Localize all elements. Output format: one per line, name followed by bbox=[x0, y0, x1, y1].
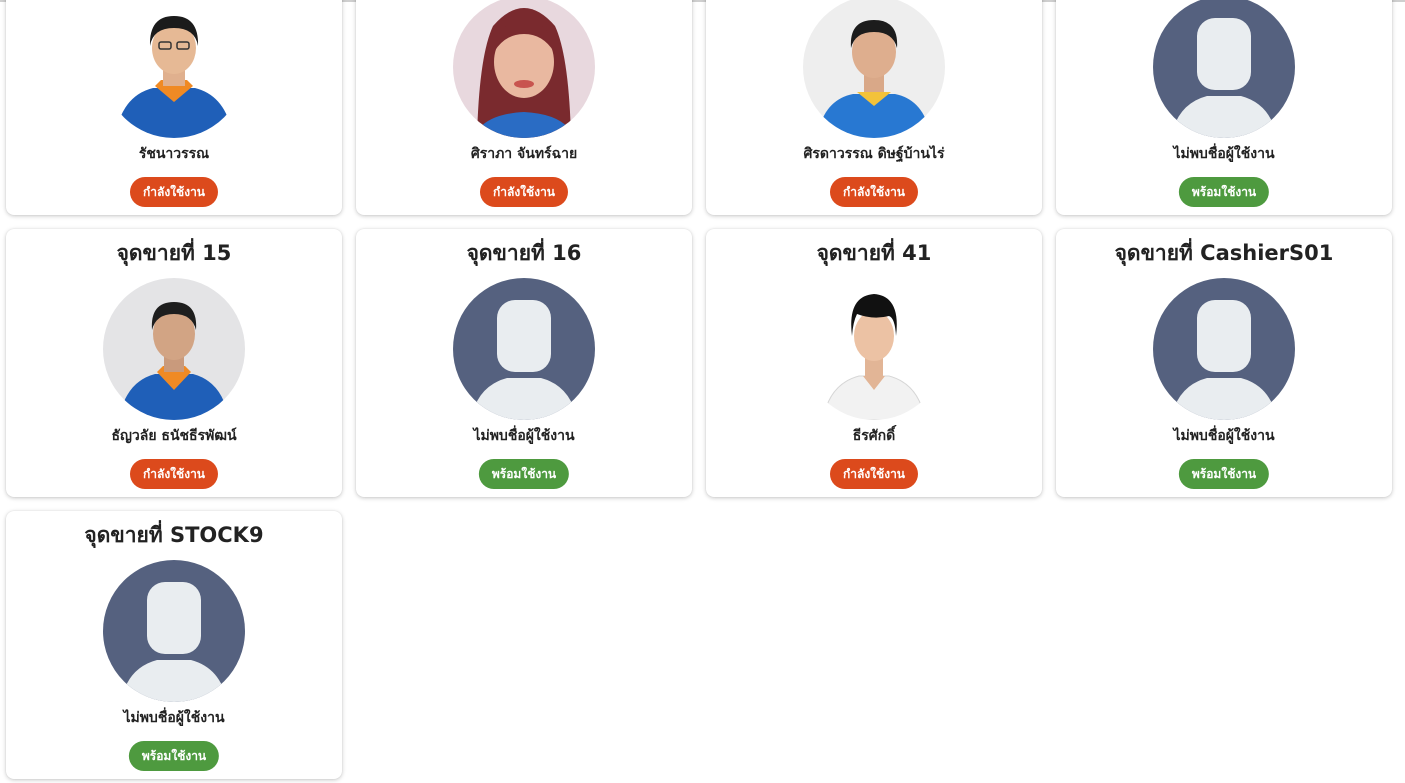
user-name: ศิราภา จันทร์ฉาย bbox=[470, 146, 578, 162]
status-badge: กำลังใช้งาน bbox=[129, 459, 219, 489]
employee-photo-icon bbox=[103, 0, 245, 138]
default-user-icon bbox=[1153, 278, 1295, 420]
status-badge: พร้อมใช้งาน bbox=[128, 741, 220, 771]
pos-card[interactable]: จุดขายที่ 15 ธัญวลัย ธนัชธีรพัฒน์ กำลังใ… bbox=[6, 229, 342, 497]
user-name: ธัญวลัย ธนัชธีรพัฒน์ bbox=[111, 428, 237, 444]
pos-card[interactable]: รัชนาวรรณ กำลังใช้งาน bbox=[6, 0, 342, 215]
status-badge: กำลังใช้งาน bbox=[829, 459, 919, 489]
pos-title: จุดขายที่ CashierS01 bbox=[1114, 241, 1334, 265]
pos-card[interactable]: จุดขายที่ STOCK9 ไม่พบชื่อผู้ใช้งาน พร้อ… bbox=[6, 511, 342, 779]
user-name: ศิรดาวรรณ ดิษฐ์บ้านไร่ bbox=[803, 146, 945, 162]
employee-photo-icon bbox=[453, 0, 595, 138]
status-badge: พร้อมใช้งาน bbox=[1178, 459, 1270, 489]
employee-photo-icon bbox=[803, 0, 945, 138]
user-name: ไม่พบชื่อผู้ใช้งาน bbox=[1173, 428, 1275, 444]
user-name: รัชนาวรรณ bbox=[138, 146, 210, 162]
default-user-icon bbox=[103, 560, 245, 702]
pos-card[interactable]: ศิราภา จันทร์ฉาย กำลังใช้งาน bbox=[356, 0, 692, 215]
employee-photo-icon bbox=[803, 278, 945, 420]
status-badge: กำลังใช้งาน bbox=[829, 177, 919, 207]
user-name: ไม่พบชื่อผู้ใช้งาน bbox=[473, 428, 575, 444]
pos-card[interactable]: จุดขายที่ 41 ธีรศักดิ์ กำลังใช้งาน bbox=[706, 229, 1042, 497]
user-name: ไม่พบชื่อผู้ใช้งาน bbox=[1173, 146, 1275, 162]
user-name: ธีรศักดิ์ bbox=[852, 428, 896, 444]
status-badge: พร้อมใช้งาน bbox=[478, 459, 570, 489]
status-badge: กำลังใช้งาน bbox=[479, 177, 569, 207]
user-name: ไม่พบชื่อผู้ใช้งาน bbox=[123, 710, 225, 726]
pos-title: จุดขายที่ 16 bbox=[466, 241, 582, 265]
default-user-icon bbox=[453, 278, 595, 420]
pos-title: จุดขายที่ 41 bbox=[816, 241, 932, 265]
pos-card[interactable]: จุดขายที่ 16 ไม่พบชื่อผู้ใช้งาน พร้อมใช้… bbox=[356, 229, 692, 497]
pos-card[interactable]: จุดขายที่ CashierS01 ไม่พบชื่อผู้ใช้งาน … bbox=[1056, 229, 1392, 497]
status-badge: กำลังใช้งาน bbox=[129, 177, 219, 207]
pos-card[interactable]: ไม่พบชื่อผู้ใช้งาน พร้อมใช้งาน bbox=[1056, 0, 1392, 215]
default-user-icon bbox=[1153, 0, 1295, 138]
pos-title: จุดขายที่ STOCK9 bbox=[84, 523, 264, 547]
employee-photo-icon bbox=[103, 278, 245, 420]
pos-card[interactable]: ศิรดาวรรณ ดิษฐ์บ้านไร่ กำลังใช้งาน bbox=[706, 0, 1042, 215]
pos-title: จุดขายที่ 15 bbox=[116, 241, 232, 265]
status-badge: พร้อมใช้งาน bbox=[1178, 177, 1270, 207]
